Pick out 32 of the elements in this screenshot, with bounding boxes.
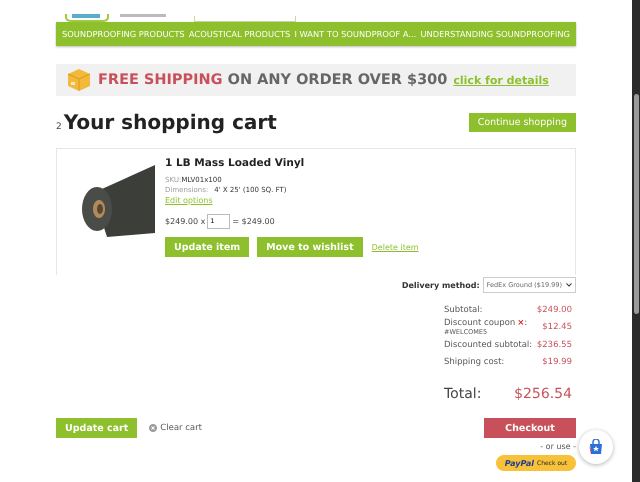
summary-label: Discount coupon ×:	[444, 318, 528, 328]
page-title: Your shopping cart	[64, 110, 277, 134]
continue-shopping-button[interactable]: Continue shopping	[468, 112, 576, 132]
total-value: $256.54	[514, 386, 572, 402]
delete-item-link[interactable]: Delete item	[372, 242, 419, 252]
total-label: Total:	[444, 386, 482, 402]
nav-link[interactable]: I WANT TO SOUNDPROOF A...	[294, 29, 416, 39]
unit-price: $249.00 x	[165, 217, 206, 226]
summary-value: $12.45	[542, 322, 572, 332]
remove-coupon-icon[interactable]: ×	[517, 318, 524, 328]
update-cart-button[interactable]: Update cart	[56, 418, 138, 438]
nav-link[interactable]: SOUNDPROOFING PRODUCTS	[62, 29, 185, 39]
product-name: 1 LB Mass Loaded Vinyl	[165, 157, 306, 169]
nav-link[interactable]: UNDERSTANDING SOUNDPROOFING	[420, 29, 570, 39]
clear-cart-link[interactable]: Clear cart	[149, 423, 202, 433]
checkout-button[interactable]: Checkout	[484, 418, 576, 438]
details-link[interactable]: click for details	[453, 74, 549, 86]
summary-label: Shipping cost:	[444, 356, 504, 366]
summary-value: $236.55	[536, 340, 572, 350]
banner-text: FREE SHIPPING ON ANY ORDER OVER $300	[98, 72, 448, 88]
wishlist-button[interactable]: Move to wishlist	[257, 237, 363, 257]
summary-label: Subtotal:	[444, 304, 482, 314]
delivery-label: Delivery method:	[402, 280, 480, 290]
update-item-button[interactable]: Update item	[165, 237, 250, 257]
cart-count: 2	[56, 122, 62, 132]
summary-value: $19.99	[542, 356, 572, 366]
line-total: = $249.00	[232, 217, 275, 226]
edit-options-link[interactable]: Edit options	[165, 196, 419, 205]
or-use-text: - or use -	[540, 442, 576, 451]
nav-link[interactable]: ACOUSTICAL PRODUCTS	[188, 29, 290, 39]
summary-value: $249.00	[536, 304, 572, 314]
summary-label: Discounted subtotal:	[444, 340, 532, 350]
